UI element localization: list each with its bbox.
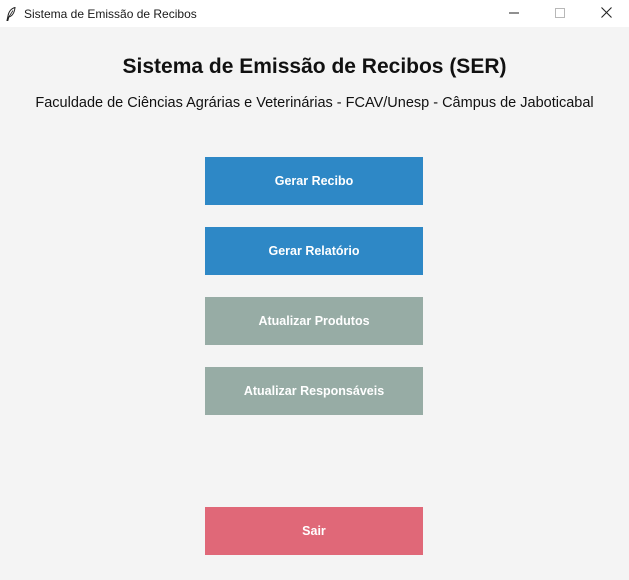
gerar-relatorio-button[interactable]: Gerar Relatório [205, 227, 423, 275]
maximize-button[interactable] [537, 0, 583, 27]
atualizar-produtos-button[interactable]: Atualizar Produtos [205, 297, 423, 345]
sair-button[interactable]: Sair [205, 507, 423, 555]
close-button[interactable] [583, 0, 629, 27]
feather-icon [6, 6, 16, 21]
close-icon [600, 5, 612, 23]
window-title: Sistema de Emissão de Recibos [24, 6, 197, 21]
app-window: Sistema de Emissão de Recibos Sistema de… [0, 0, 629, 580]
gerar-recibo-button[interactable]: Gerar Recibo [205, 157, 423, 205]
atualizar-responsaveis-button[interactable]: Atualizar Responsáveis [205, 367, 423, 415]
window-controls [491, 0, 629, 27]
main-content: Sistema de Emissão de Recibos (SER) Facu… [0, 27, 629, 580]
maximize-icon [555, 5, 565, 23]
institution-subtitle: Faculdade de Ciências Agrárias e Veterin… [35, 95, 594, 111]
minimize-button[interactable] [491, 0, 537, 27]
minimize-icon [509, 5, 519, 23]
page-title: Sistema de Emissão de Recibos (SER) [122, 55, 507, 78]
title-bar[interactable]: Sistema de Emissão de Recibos [0, 0, 629, 27]
